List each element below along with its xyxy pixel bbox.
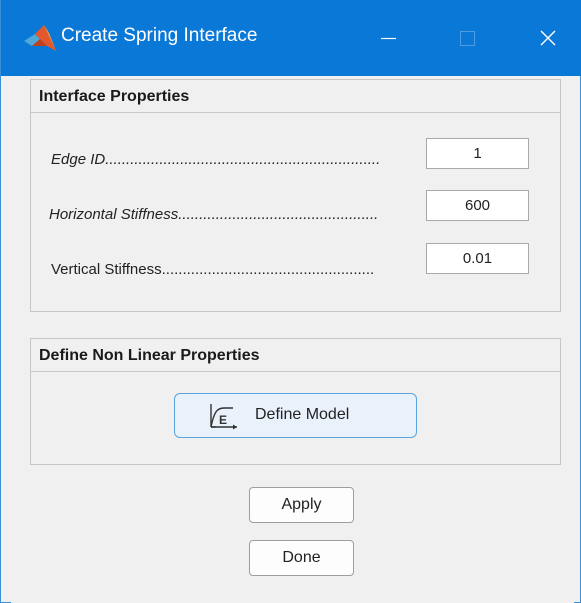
horizontal-stiffness-label: Horizontal Stiffness....................… xyxy=(49,206,379,223)
vertical-stiffness-label: Vertical Stiffness......................… xyxy=(51,261,375,278)
done-button[interactable]: Done xyxy=(249,540,354,576)
vertical-stiffness-input[interactable] xyxy=(426,243,529,274)
define-model-label: Define Model xyxy=(255,406,350,423)
title-bar[interactable]: Create Spring Interface xyxy=(1,0,581,76)
edge-id-input[interactable] xyxy=(426,138,529,169)
define-model-button[interactable]: E Define Model xyxy=(174,393,417,438)
matlab-logo-icon xyxy=(23,24,57,52)
close-button[interactable] xyxy=(519,0,579,76)
dialog-body: Interface Properties Edge ID............… xyxy=(11,76,574,603)
minimize-icon xyxy=(381,37,396,40)
maximize-button[interactable] xyxy=(441,0,501,76)
edge-id-label: Edge ID.................................… xyxy=(51,151,381,168)
interface-properties-heading: Interface Properties xyxy=(31,80,560,113)
svg-text:E: E xyxy=(219,413,227,427)
interface-properties-panel: Interface Properties Edge ID............… xyxy=(30,79,561,312)
dialog-window: Create Spring Interface Interface Proper… xyxy=(0,0,581,603)
horizontal-stiffness-input[interactable] xyxy=(426,190,529,221)
close-icon xyxy=(540,30,556,46)
apply-button[interactable]: Apply xyxy=(249,487,354,523)
nonlinear-properties-heading: Define Non Linear Properties xyxy=(31,339,560,372)
stress-strain-curve-icon: E xyxy=(207,402,241,432)
maximize-icon xyxy=(460,31,475,46)
minimize-button[interactable] xyxy=(359,0,419,76)
window-title: Create Spring Interface xyxy=(61,25,258,46)
